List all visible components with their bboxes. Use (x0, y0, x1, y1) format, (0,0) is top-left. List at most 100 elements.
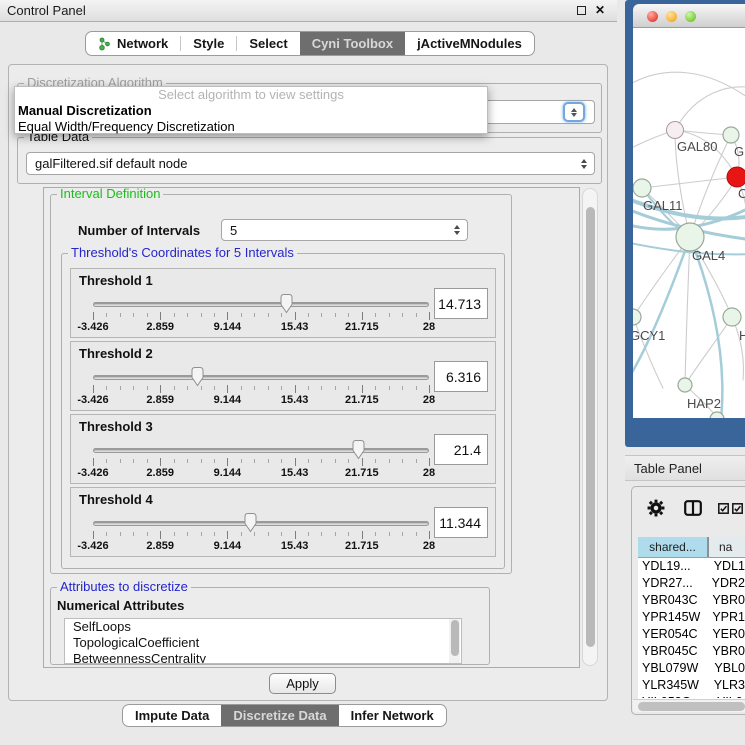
network-node[interactable] (678, 378, 692, 392)
num-intervals-label: Number of Intervals (78, 223, 200, 238)
slider-handle[interactable] (279, 293, 294, 314)
split-columns-icon[interactable] (684, 500, 702, 516)
close-traffic-light-icon[interactable] (647, 11, 658, 22)
attributes-list-scrollbar[interactable] (449, 619, 460, 663)
network-node[interactable] (676, 223, 704, 251)
cell-shared-name[interactable]: YBL079W (638, 660, 708, 677)
cell-shared-name[interactable]: YER054C (638, 626, 706, 643)
tick-mark (120, 313, 121, 317)
minimize-traffic-light-icon[interactable] (666, 11, 677, 22)
table-horizontal-scrollbar[interactable] (633, 699, 745, 712)
list-item[interactable]: BetweennessCentrality (65, 651, 461, 664)
close-window-icon[interactable]: ✕ (595, 3, 605, 17)
combo-spinner-icon[interactable] (563, 102, 585, 122)
slider-handle[interactable] (243, 512, 258, 533)
slider-handle[interactable] (351, 439, 366, 460)
table-row[interactable]: YER054CYER0 (638, 626, 745, 643)
apply-button[interactable]: Apply (269, 673, 336, 694)
cell-name[interactable]: YBL0 (708, 660, 745, 677)
cell-shared-name[interactable]: YBR043C (638, 592, 706, 609)
network-window-titlebar[interactable] (633, 4, 745, 28)
network-node[interactable] (667, 122, 684, 139)
slider-handle[interactable] (190, 366, 205, 387)
tick-mark (93, 385, 94, 393)
cell-shared-name[interactable]: YPR145W (638, 609, 706, 626)
cell-name[interactable]: YBR0 (706, 592, 745, 609)
scrollbar-thumb[interactable] (638, 702, 745, 711)
scrollbar-thumb[interactable] (451, 620, 459, 656)
tab-infer-network[interactable]: Infer Network (339, 705, 446, 726)
table-row[interactable]: YBL079WYBL0 (638, 660, 745, 677)
tab-jactivemnodules[interactable]: jActiveMNodules (405, 32, 534, 55)
settings-scrollbar[interactable] (582, 188, 598, 666)
algorithm-dropdown-popup: Select algorithm to view settings Manual… (14, 86, 488, 134)
table-row[interactable]: YIL052CYIL0 (638, 694, 745, 698)
network-node[interactable] (633, 309, 641, 325)
cell-name[interactable]: YPR1 (706, 609, 745, 626)
threshold-value-field[interactable]: 6.316 (434, 361, 488, 392)
tick-mark (375, 313, 376, 317)
cell-name[interactable]: YDL1 (708, 558, 745, 575)
table-row[interactable]: YDR27...YDR2 (638, 575, 745, 592)
network-node[interactable] (723, 308, 741, 326)
table-row[interactable]: YPR145WYPR1 (638, 609, 745, 626)
cell-shared-name[interactable]: YDR27... (638, 575, 706, 592)
threshold-slider[interactable]: -3.4262.8599.14415.4321.71528 (93, 269, 429, 337)
gear-icon[interactable] (647, 499, 665, 517)
threshold-value-field[interactable]: 11.344 (434, 507, 488, 538)
tick-mark (348, 459, 349, 463)
tick-mark (389, 532, 390, 536)
cell-name[interactable]: YER0 (706, 626, 745, 643)
checkbox-icon[interactable] (732, 503, 743, 514)
cell-name[interactable]: YDR2 (706, 575, 745, 592)
tick-mark (133, 386, 134, 390)
column-header-name[interactable]: na (709, 537, 745, 557)
scrollbar-thumb[interactable] (586, 207, 595, 647)
threshold-value-field[interactable]: 14.713 (434, 288, 488, 319)
table-row[interactable]: YDL19...YDL1 (638, 558, 745, 575)
column-header-shared-name[interactable]: shared... (638, 537, 709, 557)
threshold-slider[interactable]: -3.4262.8599.14415.4321.71528 (93, 342, 429, 410)
float-window-icon[interactable] (577, 6, 586, 15)
cell-shared-name[interactable]: YIL052C (638, 694, 711, 698)
tick-mark (254, 386, 255, 390)
checkbox-icon[interactable] (718, 503, 729, 514)
network-node[interactable] (633, 179, 651, 197)
table-data-combobox[interactable]: galFiltered.sif default node (26, 152, 595, 175)
threshold-slider[interactable]: -3.4262.8599.14415.4321.71528 (93, 488, 429, 556)
num-intervals-combobox[interactable]: 5 (221, 219, 468, 241)
network-node-selected[interactable] (727, 167, 745, 187)
table-row[interactable]: YLR345WYLR3 (638, 677, 745, 694)
tab-network[interactable]: Network (86, 32, 180, 55)
dropdown-option-manual[interactable]: Manual Discretization (15, 103, 487, 119)
slider-track[interactable] (93, 448, 429, 453)
cell-shared-name[interactable]: YBR045C (638, 643, 706, 660)
cell-name[interactable]: YBR0 (706, 643, 745, 660)
combo-spinner-icon[interactable] (581, 159, 587, 169)
dropdown-option-equal-width[interactable]: Equal Width/Frequency Discretization (15, 119, 487, 135)
cell-shared-name[interactable]: YDL19... (638, 558, 708, 575)
combo-spinner-icon[interactable] (454, 225, 460, 235)
tab-discretize-data[interactable]: Discretize Data (221, 705, 338, 726)
threshold-value-field[interactable]: 21.4 (434, 434, 488, 465)
tick-mark (187, 532, 188, 536)
list-item[interactable]: TopologicalCoefficient (65, 635, 461, 651)
list-item[interactable]: SelfLoops (65, 619, 461, 635)
network-node[interactable] (723, 127, 739, 143)
cell-shared-name[interactable]: YLR345W (638, 677, 708, 694)
node-attribute-table: shared... na YDL19...YDL1YDR27...YDR2YBR… (638, 537, 745, 699)
table-row[interactable]: YBR045CYBR0 (638, 643, 745, 660)
slider-track[interactable] (93, 302, 429, 307)
network-canvas[interactable]: GAL80 G GAL11 C GAL4 GCY1 H HAP2 (633, 28, 745, 418)
tab-impute-data[interactable]: Impute Data (123, 705, 221, 726)
tab-select[interactable]: Select (237, 32, 299, 55)
slider-track[interactable] (93, 375, 429, 380)
tab-style[interactable]: Style (181, 32, 236, 55)
zoom-traffic-light-icon[interactable] (685, 11, 696, 22)
tab-cyni-toolbox[interactable]: Cyni Toolbox (300, 32, 405, 55)
cell-name[interactable]: YIL0 (711, 694, 745, 698)
table-row[interactable]: YBR043CYBR0 (638, 592, 745, 609)
threshold-slider[interactable]: -3.4262.8599.14415.4321.71528 (93, 415, 429, 483)
cell-name[interactable]: YLR3 (708, 677, 745, 694)
slider-track[interactable] (93, 521, 429, 526)
